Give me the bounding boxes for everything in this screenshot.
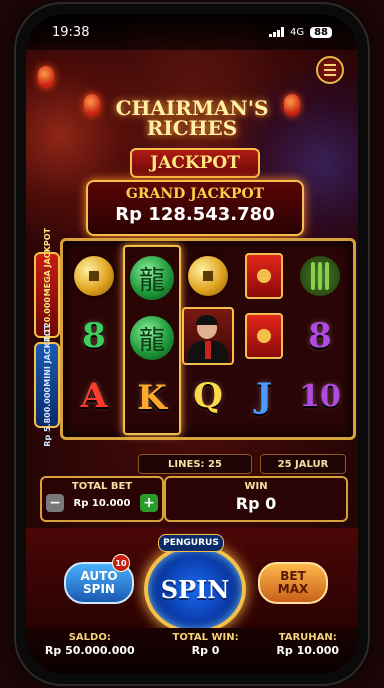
bet-max-label-2: MAX [277,582,309,596]
reel-cell: 龍 [125,249,179,307]
reel-cell [67,247,121,305]
slot-reels: 8 A 龍 龍 K Q J 8 10 [60,238,356,440]
total-bet-label: TOTAL BET [71,481,133,492]
mini-jackpot-label: MINI JACKPOT [42,323,52,387]
grand-jackpot-value: Rp 128.543.780 [115,204,275,225]
jalur-indicator: 25 JALUR [260,454,346,474]
symbol-10: 10 [299,378,341,414]
taruhan-value: Rp 10.000 [276,644,340,657]
reel-cell: 10 [293,367,347,425]
pengurus-label: PENGURUS [158,534,224,552]
status-indicators: 4G 88 [268,26,332,38]
spin-button[interactable]: SPIN [144,544,246,634]
increase-bet-button[interactable]: + [140,494,158,512]
reel-2: 龍 龍 K [123,245,181,435]
total-bet-value: Rp 10.000 [73,497,131,509]
reel-cell [181,247,235,305]
symbol-k: K [137,378,167,418]
jade-dragon-icon: 龍 [130,256,174,300]
bamboo-icon [300,256,340,296]
saldo: SALDO: Rp 50.000.000 [45,632,135,657]
mega-jackpot-label: MEGA JACKPOT [42,228,52,297]
symbol-8: 8 [82,316,106,356]
battery-icon: 88 [310,26,332,38]
taruhan-label: TARUHAN: [278,632,337,643]
jade-dragon-icon: 龍 [130,316,174,360]
game-title: CHAIRMAN'S RICHES [26,98,358,138]
reel-cell [237,247,291,305]
network-label: 4G [289,26,305,38]
total-win: TOTAL WIN: Rp 0 [173,632,239,657]
hamburger-icon [324,64,336,66]
lantern-icon [38,66,54,88]
signal-icon [268,27,284,37]
reel-cell: Q [181,367,235,425]
symbol-q: Q [193,376,223,416]
auto-spin-label-2: SPIN [83,582,115,596]
mini-jackpot-value: Rp 5.800.000 [42,386,52,447]
reel-cell [181,307,235,365]
symbol-j: J [255,376,273,416]
saldo-value: Rp 50.000.000 [44,644,135,657]
gold-coin-icon [188,256,228,296]
total-win-label: TOTAL WIN: [172,632,239,643]
game-title-line2: RICHES [146,116,238,140]
game-screen: 19:38 4G 88 CHAIRMAN'S RICHES JACKPOT GR… [26,14,358,674]
reel-1: 8 A [67,245,121,431]
symbol-a: A [80,376,108,416]
reel-cell: A [67,367,121,425]
spin-label: SPIN [160,574,230,604]
win-value: Rp 0 [235,494,277,513]
bet-max-button[interactable]: BET MAX [258,562,328,604]
red-envelope-icon [245,253,283,299]
status-bar: 19:38 4G 88 [26,14,358,50]
footer-bar: SALDO: Rp 50.000.000 TOTAL WIN: Rp 0 TAR… [26,628,358,674]
reel-4: J [237,245,291,431]
chairman-portrait-icon [182,307,234,365]
total-bet-panel: TOTAL BET − Rp 10.000 + [40,476,164,522]
gold-coin-icon [74,256,114,296]
reel-cell: K [125,369,179,427]
win-panel: WIN Rp 0 [164,476,348,522]
reel-cell: 龍 [125,309,179,367]
menu-button[interactable] [316,56,344,84]
grand-jackpot-title: GRAND JACKPOT [125,186,265,202]
auto-spin-count-badge: 10 [112,554,130,572]
grand-jackpot-panel: GRAND JACKPOT Rp 128.543.780 [86,180,304,236]
reel-3: Q [181,245,235,431]
game-title-line1: CHAIRMAN'S [115,96,269,120]
reel-cell: 8 [293,307,347,365]
lines-indicator: LINES: 25 [138,454,252,474]
mini-jackpot-badge: MINI JACKPOT Rp 5.800.000 [34,324,60,446]
total-win-value: Rp 0 [191,644,220,657]
clock: 19:38 [52,24,90,40]
decrease-bet-button[interactable]: − [46,494,64,512]
reel-cell [237,307,291,365]
jackpot-label: JACKPOT [130,148,260,178]
reel-cell [293,247,347,305]
reel-cell: J [237,367,291,425]
win-label: WIN [244,481,268,492]
reel-cell: 8 [67,307,121,365]
saldo-label: SALDO: [68,632,111,643]
reel-5: 8 10 [293,245,347,431]
red-envelope-icon [245,313,283,359]
symbol-8: 8 [308,316,332,356]
taruhan: TARUHAN: Rp 10.000 [276,632,339,657]
